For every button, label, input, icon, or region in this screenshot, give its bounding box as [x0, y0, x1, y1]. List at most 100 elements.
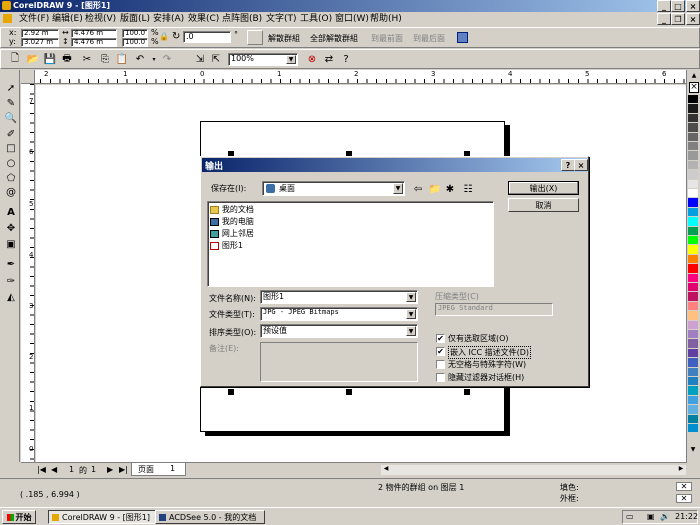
tray-icon[interactable]: ▭: [626, 512, 634, 521]
shape-tool-icon[interactable]: ✎: [3, 95, 19, 111]
ungroup-all-button[interactable]: 全部解散群組: [310, 33, 358, 44]
filetype-dropdown[interactable]: JPG - JPEG Bitmaps ▼: [260, 307, 418, 321]
start-button[interactable]: 开始: [2, 510, 36, 524]
filename-field[interactable]: 图形1 ▼: [260, 290, 418, 304]
color-swatch[interactable]: [688, 330, 698, 340]
color-swatch[interactable]: [688, 358, 698, 368]
selected-only-checkbox[interactable]: ✔: [436, 334, 445, 343]
corel-tutor-icon[interactable]: ⊗: [304, 51, 320, 67]
chevron-down-icon[interactable]: ▼: [406, 292, 416, 302]
redo-icon[interactable]: ↷: [159, 51, 175, 67]
ellipse-tool-icon[interactable]: ○: [3, 155, 19, 171]
chevron-down-icon[interactable]: ▼: [393, 183, 403, 194]
color-swatch[interactable]: [688, 245, 698, 255]
selection-handle[interactable]: [228, 389, 234, 395]
paste-icon[interactable]: 📋: [114, 51, 130, 67]
new-folder-icon[interactable]: ✱: [442, 181, 458, 197]
height-field[interactable]: 4.476 m: [71, 38, 117, 47]
color-swatch[interactable]: [688, 424, 698, 434]
save-icon[interactable]: 💾: [42, 51, 58, 67]
selection-handle[interactable]: [464, 389, 470, 395]
menu-tools[interactable]: 工具(O): [300, 13, 332, 25]
no-color-swatch[interactable]: ×: [689, 82, 699, 93]
export-button[interactable]: 输出(X): [508, 181, 579, 195]
color-swatch[interactable]: [688, 236, 698, 246]
chevron-down-icon[interactable]: ▼: [406, 309, 416, 319]
color-swatch[interactable]: [688, 104, 698, 114]
eyedropper-tool-icon[interactable]: ✒: [3, 256, 19, 272]
zoom-dropdown[interactable]: 100% ▼: [228, 53, 298, 66]
color-swatch[interactable]: [688, 301, 698, 312]
menu-effects[interactable]: 效果(C): [188, 13, 219, 25]
pick-tool-icon[interactable]: ➚: [3, 80, 19, 96]
color-swatch[interactable]: [688, 170, 698, 180]
color-swatch[interactable]: [688, 189, 698, 199]
color-swatch[interactable]: [688, 264, 698, 274]
open-icon[interactable]: 📂: [25, 51, 41, 67]
back-icon[interactable]: ⇦: [410, 181, 426, 197]
color-swatch[interactable]: [688, 348, 698, 359]
prev-page-button[interactable]: ◀: [51, 465, 57, 474]
color-swatch[interactable]: [688, 207, 698, 218]
menu-bitmaps[interactable]: 点阵图(B): [222, 13, 262, 25]
cut-icon[interactable]: ✂: [79, 51, 95, 67]
fill-tool-icon[interactable]: ◭: [3, 289, 19, 305]
menu-layout[interactable]: 版面(L): [120, 13, 150, 25]
color-swatch[interactable]: [688, 414, 698, 424]
tray-icon[interactable]: 🔊: [660, 512, 670, 521]
new-icon[interactable]: 🗋: [7, 51, 23, 67]
color-swatch[interactable]: [688, 339, 698, 349]
horizontal-scrollbar[interactable]: ◀ ▶: [381, 465, 686, 475]
color-swatch[interactable]: [688, 226, 698, 236]
color-swatch[interactable]: [688, 113, 698, 124]
first-page-button[interactable]: |◀: [37, 465, 46, 474]
list-item[interactable]: 我的文档: [210, 204, 254, 215]
last-page-button[interactable]: ▶|: [119, 465, 128, 474]
import-icon[interactable]: ⇲: [192, 51, 208, 67]
embed-icc-checkbox[interactable]: ✔: [436, 347, 445, 356]
color-swatch[interactable]: [688, 217, 698, 227]
minimize-button[interactable]: _: [657, 0, 671, 12]
menu-window[interactable]: 窗口(W): [335, 13, 369, 25]
view-menu-icon[interactable]: ☷: [460, 181, 476, 197]
menu-file[interactable]: 文件(F): [19, 13, 49, 25]
color-swatch[interactable]: [688, 198, 698, 208]
color-swatch[interactable]: [688, 95, 698, 105]
ungroup-button[interactable]: 解散群組: [268, 33, 300, 44]
outline-swatch[interactable]: ✕: [676, 494, 692, 503]
scale-x-field[interactable]: 100.0: [122, 29, 148, 38]
tray-icon[interactable]: ▣: [647, 512, 655, 521]
maximize-button[interactable]: □: [671, 0, 685, 12]
menu-edit[interactable]: 编辑(E): [52, 13, 83, 25]
rotation-field[interactable]: .0: [183, 31, 231, 43]
color-swatch[interactable]: [688, 179, 698, 189]
lock-ratio-icon[interactable]: 🔒: [159, 32, 169, 41]
file-list[interactable]: 我的文档 我的电脑 网上邻居 图形1: [207, 201, 494, 287]
save-in-dropdown[interactable]: 桌面 ▼: [262, 181, 405, 196]
scale-y-field[interactable]: 100.0: [122, 38, 148, 47]
transparency-tool-icon[interactable]: ▣: [3, 236, 19, 252]
menu-text[interactable]: 文字(T): [266, 13, 297, 25]
scroll-right-arrow[interactable]: ▶: [676, 465, 686, 475]
mirror-button[interactable]: [247, 30, 263, 45]
cancel-button[interactable]: 取消: [508, 198, 579, 212]
sort-dropdown[interactable]: 预设值 ▼: [260, 324, 418, 338]
y-field[interactable]: 3.027 m: [21, 38, 59, 47]
menu-view[interactable]: 检视(V): [85, 13, 116, 25]
interactive-tool-icon[interactable]: ✥: [3, 220, 19, 236]
color-swatch[interactable]: [688, 283, 698, 293]
width-field[interactable]: 4.476 m: [71, 29, 117, 38]
doc-restore-button[interactable]: ❐: [671, 13, 685, 25]
color-swatch[interactable]: [688, 142, 698, 152]
palette-scroll-down[interactable]: ▼: [688, 446, 698, 460]
up-folder-icon[interactable]: 📁: [427, 181, 443, 197]
help-pointer-icon[interactable]: ?: [338, 51, 354, 67]
color-swatch[interactable]: [688, 254, 698, 265]
no-spaces-checkbox[interactable]: [436, 360, 445, 369]
color-swatch[interactable]: [688, 273, 698, 283]
dialog-close-button[interactable]: ×: [574, 159, 588, 171]
color-swatch[interactable]: [688, 395, 698, 406]
copy-icon[interactable]: ⎘: [97, 51, 113, 67]
zoom-tool-icon[interactable]: 🔍: [3, 110, 19, 126]
color-swatch[interactable]: [688, 367, 698, 377]
